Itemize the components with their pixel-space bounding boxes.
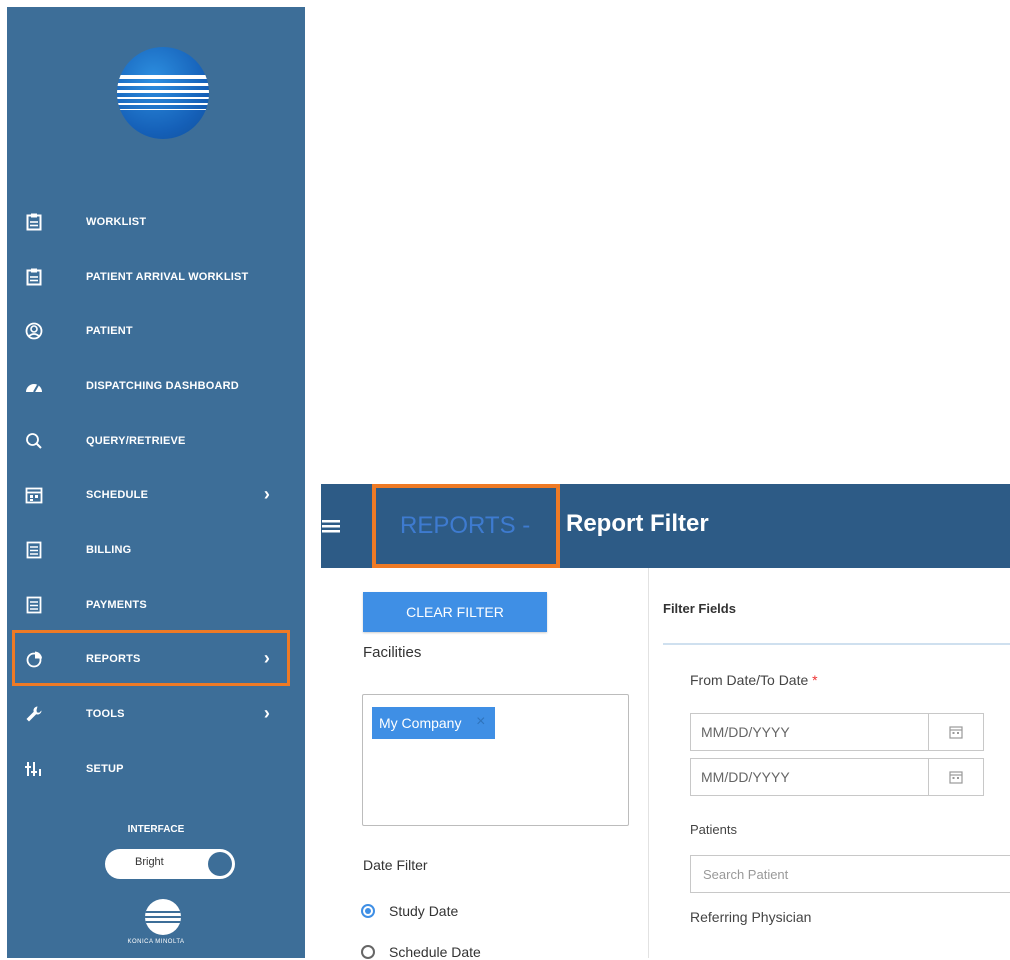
search-patient-placeholder: Search Patient [703,867,789,882]
facility-chip[interactable]: My Company × [372,707,496,739]
dashboard-icon [24,376,44,396]
radio-unselected-icon[interactable] [361,945,375,959]
document-icon [24,595,44,615]
company-name: KONICA MINOLTA [127,939,185,945]
sidebar-item-worklist[interactable]: WORKLIST [7,202,305,242]
sidebar-item-reports[interactable]: REPORTS › [7,639,305,679]
remove-chip-icon[interactable]: × [476,713,485,731]
to-date-placeholder: MM/DD/YYYY [701,769,790,785]
sidebar-item-setup[interactable]: SETUP [7,749,305,789]
sidebar-item-label: PAYMENTS [86,599,147,611]
search-patient-input[interactable]: Search Patient [690,855,1010,893]
from-to-date-text: From Date/To Date [690,672,809,688]
report-filter-panel: CLEAR FILTER Facilities My Company × Dat… [321,568,1010,960]
from-date-placeholder: MM/DD/YYYY [701,724,790,740]
facilities-label: Facilities [363,644,422,661]
filter-right-column: Filter Fields From Date/To Date * MM/DD/… [648,568,1010,958]
sidebar-item-label: PATIENT [86,325,133,337]
clear-filter-button[interactable]: CLEAR FILTER [363,592,547,632]
breadcrumb-highlight [372,484,560,568]
calendar-icon [24,485,44,505]
required-marker: * [812,672,818,688]
sidebar-item-billing[interactable]: BILLING [7,530,305,570]
chevron-right-icon: › [263,483,271,504]
radio-study-date[interactable]: Study Date [361,903,458,919]
sidebar-item-label: REPORTS [86,653,141,665]
sidebar-item-patient-arrival-worklist[interactable]: PATIENT ARRIVAL WORKLIST [7,257,305,297]
chevron-right-icon: › [263,647,271,668]
clipboard-icon [24,212,44,232]
brand-logo [117,47,209,139]
filter-left-column: CLEAR FILTER Facilities My Company × Dat… [321,568,649,960]
sidebar-item-schedule[interactable]: SCHEDULE › [7,475,305,515]
referring-physician-label: Referring Physician [690,909,812,925]
divider [663,643,1010,645]
search-icon [24,431,44,451]
sidebar-item-payments[interactable]: PAYMENTS [7,585,305,625]
from-date-field[interactable]: MM/DD/YYYY [690,713,984,751]
radio-selected-icon[interactable] [361,904,375,918]
sidebar-item-label: SETUP [86,763,124,775]
from-to-date-label: From Date/To Date * [690,672,818,688]
calendar-icon[interactable] [928,759,983,795]
sidebar-item-label: SCHEDULE [86,489,149,501]
radio-label: Study Date [389,903,459,919]
document-icon [24,540,44,560]
company-logo [145,899,181,935]
interface-label: INTERFACE [127,824,185,835]
theme-toggle-label: Bright [135,856,164,868]
date-filter-label: Date Filter [363,857,428,873]
pie-chart-icon [24,649,44,669]
clipboard-icon [24,267,44,287]
facility-chip-label: My Company [379,715,462,731]
to-date-field[interactable]: MM/DD/YYYY [690,758,984,796]
hamburger-menu-icon[interactable] [321,514,341,538]
sidebar-item-query-retrieve[interactable]: QUERY/RETRIEVE [7,421,305,461]
sidebar-item-dispatching-dashboard[interactable]: DISPATCHING DASHBOARD [7,366,305,406]
sidebar-item-label: WORKLIST [86,216,147,228]
facilities-select[interactable]: My Company × [362,694,629,826]
sidebar-item-label: TOOLS [86,708,125,720]
sidebar: WORKLIST PATIENT ARRIVAL WORKLIST PATIEN… [7,7,305,958]
sidebar-item-label: PATIENT ARRIVAL WORKLIST [86,271,249,283]
filter-fields-heading: Filter Fields [663,601,736,616]
toggle-knob [208,852,232,876]
patients-label: Patients [690,822,737,837]
sidebar-item-patient[interactable]: PATIENT [7,311,305,351]
sidebar-item-label: BILLING [86,544,132,556]
theme-toggle[interactable]: Bright [105,849,235,879]
sidebar-item-tools[interactable]: TOOLS › [7,694,305,734]
setup-icon [24,759,44,779]
person-icon [24,321,44,341]
sidebar-item-label: QUERY/RETRIEVE [86,435,186,447]
calendar-icon[interactable] [928,714,983,750]
wrench-icon [24,704,44,724]
page-title: Report Filter [566,510,709,537]
chevron-right-icon: › [263,702,271,723]
sidebar-item-label: DISPATCHING DASHBOARD [86,380,239,392]
